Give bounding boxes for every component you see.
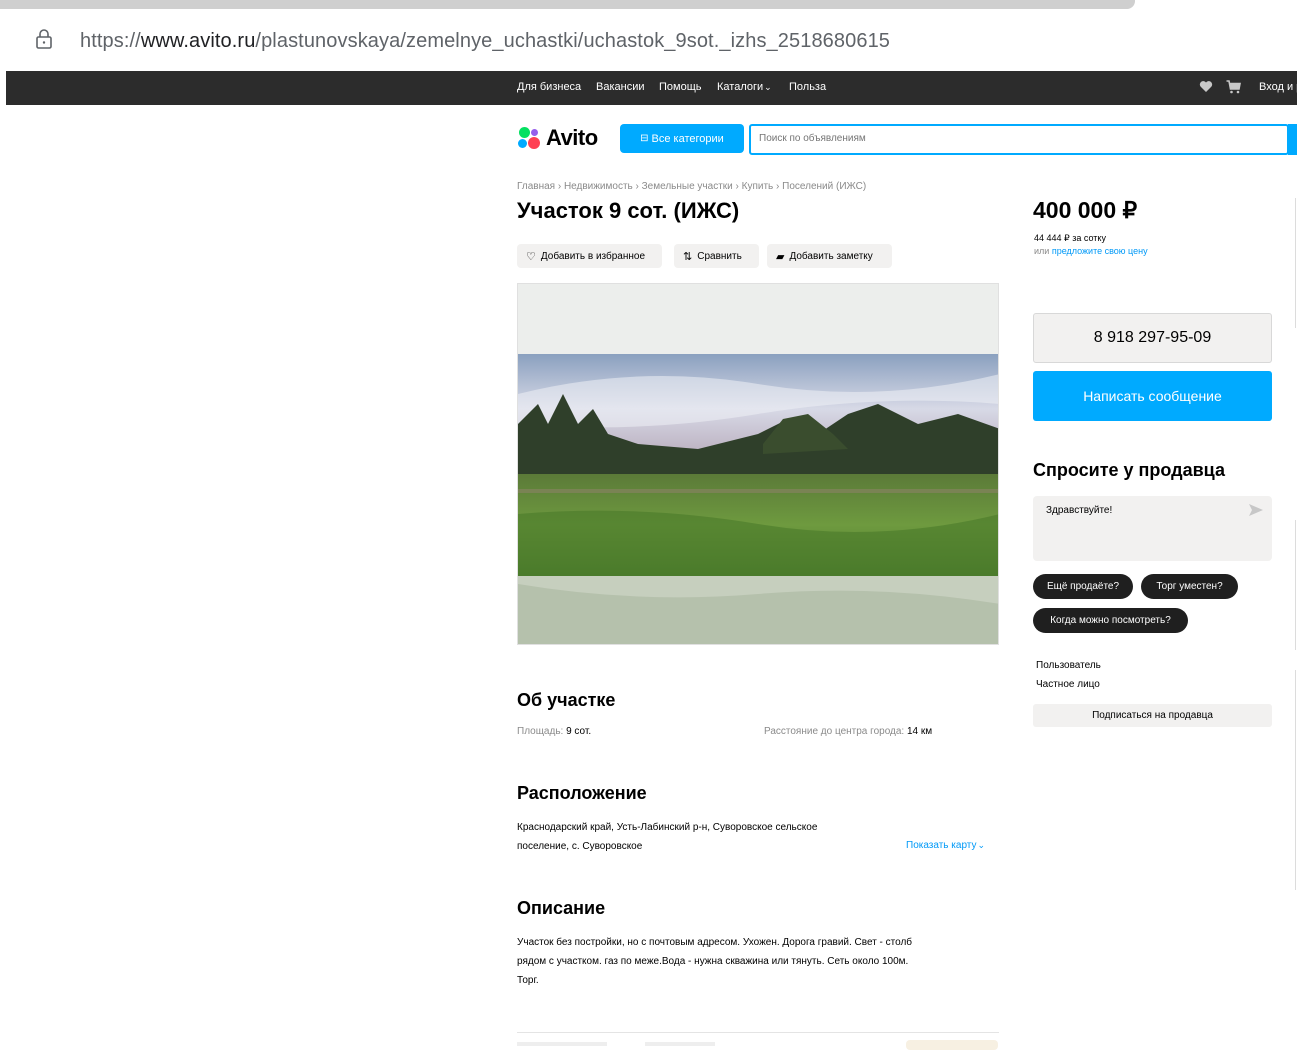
listing-photo[interactable] <box>517 283 999 645</box>
page-title: Участок 9 сот. (ИЖС) <box>517 198 740 223</box>
nav-benefit[interactable]: Польза <box>789 81 826 93</box>
heart-icon[interactable] <box>1199 80 1213 93</box>
location-heading: Расположение <box>517 783 647 803</box>
send-icon[interactable] <box>1249 504 1263 516</box>
nav-help[interactable]: Помощь <box>659 81 702 93</box>
nav-catalogs-label: Каталоги <box>717 81 764 93</box>
description-line-3: Торг. <box>517 975 539 986</box>
all-categories-button[interactable]: ⊟ Все категории <box>620 124 744 153</box>
url-scheme: https:// <box>80 30 141 52</box>
add-note-label: Добавить заметку <box>789 250 873 262</box>
quick-question-chip[interactable]: Когда можно посмотреть? <box>1033 608 1188 633</box>
categories-search-icon: ⊟ <box>640 133 649 144</box>
right-edge-border <box>1295 670 1296 890</box>
show-map-label: Показать карту <box>906 840 977 851</box>
offer-price-link[interactable]: предложите свою цену <box>1052 246 1148 256</box>
offer-price-line: или предложите свою цену <box>1034 246 1148 256</box>
area-label: Площадь: <box>517 726 564 737</box>
price-per-sotka: 44 444 ₽ за сотку <box>1034 233 1106 243</box>
faded-text-placeholder <box>517 1042 607 1046</box>
subscribe-seller-button[interactable]: Подписаться на продавца <box>1033 704 1272 727</box>
chevron-down-icon: ⌄ <box>977 840 986 850</box>
area-param: Площадь: 9 сот. <box>517 726 591 737</box>
cart-icon[interactable] <box>1226 80 1241 94</box>
show-map-link[interactable]: Показать карту⌄ <box>906 840 985 851</box>
description-line-1: Участок без постройки, но с почтовым адр… <box>517 937 913 948</box>
note-icon: ▰ <box>776 250 785 263</box>
address-line-1: Краснодарский край, Усть-Лабинский р-н, … <box>517 822 818 833</box>
landscape-photo-image <box>518 284 998 644</box>
seller-type: Частное лицо <box>1036 679 1100 690</box>
seller-name[interactable]: Пользователь <box>1036 660 1101 671</box>
chevron-down-icon: ⌄ <box>764 82 772 92</box>
ask-seller-heading: Спросите у продавца <box>1033 460 1225 480</box>
area-value: 9 сот. <box>566 726 592 737</box>
nav-for-business[interactable]: Для бизнеса <box>517 81 581 93</box>
all-categories-label: Все категории <box>651 132 724 145</box>
nav-catalogs[interactable]: Каталоги⌄ <box>717 81 772 93</box>
login-link[interactable]: Вход и р <box>1259 81 1297 93</box>
distance-param: Расстояние до центра города: 14 км <box>764 726 932 737</box>
compare-button[interactable]: ⇅ Сравнить <box>674 244 759 268</box>
faded-button-placeholder <box>906 1040 998 1050</box>
search-box <box>749 124 1289 155</box>
faded-text-placeholder <box>645 1042 715 1046</box>
about-heading: Об участке <box>517 690 616 710</box>
top-navigation-bar <box>6 71 1297 105</box>
offer-prefix: или <box>1034 246 1050 256</box>
compare-icon: ⇅ <box>683 250 693 263</box>
compare-label: Сравнить <box>697 250 742 262</box>
description-text: Участок без постройки, но с почтовым адр… <box>517 933 999 990</box>
description-heading: Описание <box>517 898 606 918</box>
url-domain: www.avito.ru <box>140 30 256 52</box>
search-button[interactable] <box>1288 124 1297 155</box>
lock-icon[interactable] <box>34 28 54 50</box>
add-to-favorites-label: Добавить в избранное <box>540 250 646 262</box>
address-text: Краснодарский край, Усть-Лабинский р-н, … <box>517 818 897 856</box>
add-note-button[interactable]: ▰ Добавить заметку <box>767 244 892 268</box>
right-edge-border <box>1295 198 1296 328</box>
avito-logo-dots-icon <box>517 125 545 151</box>
description-line-2: рядом с участком. газ по меже.Вода - нуж… <box>517 956 909 967</box>
ask-seller-text[interactable]: Здравствуйте! <box>1046 505 1112 516</box>
right-edge-border <box>1295 520 1296 650</box>
section-divider <box>517 1032 999 1033</box>
avito-logo[interactable]: Avito <box>517 124 598 152</box>
distance-value: 14 км <box>907 726 933 737</box>
nav-vacancies[interactable]: Вакансии <box>596 81 645 93</box>
logo-text: Avito <box>546 125 598 150</box>
url-path: /plastunovskaya/zemelnye_uchastki/uchast… <box>255 30 891 52</box>
breadcrumb[interactable]: Главная › Недвижимость › Земельные участ… <box>517 181 866 192</box>
browser-tab-strip <box>0 0 1135 9</box>
price: 400 000 ₽ <box>1033 197 1138 223</box>
quick-question-chip[interactable]: Ещё продаёте? <box>1033 574 1133 599</box>
url-text[interactable]: https://www.avito.ru/plastunovskaya/zeme… <box>80 30 890 53</box>
show-phone-button[interactable]: 8 918 297-95-09 <box>1033 313 1272 363</box>
distance-label: Расстояние до центра города: <box>764 726 905 737</box>
add-to-favorites-button[interactable]: ♡ Добавить в избранное <box>517 244 662 268</box>
search-input[interactable] <box>751 126 1267 151</box>
address-line-2: поселение, с. Суворовское <box>517 841 643 852</box>
quick-question-chip[interactable]: Торг уместен? <box>1141 574 1238 599</box>
heart-outline-icon: ♡ <box>526 250 536 263</box>
write-message-button[interactable]: Написать сообщение <box>1033 371 1272 421</box>
